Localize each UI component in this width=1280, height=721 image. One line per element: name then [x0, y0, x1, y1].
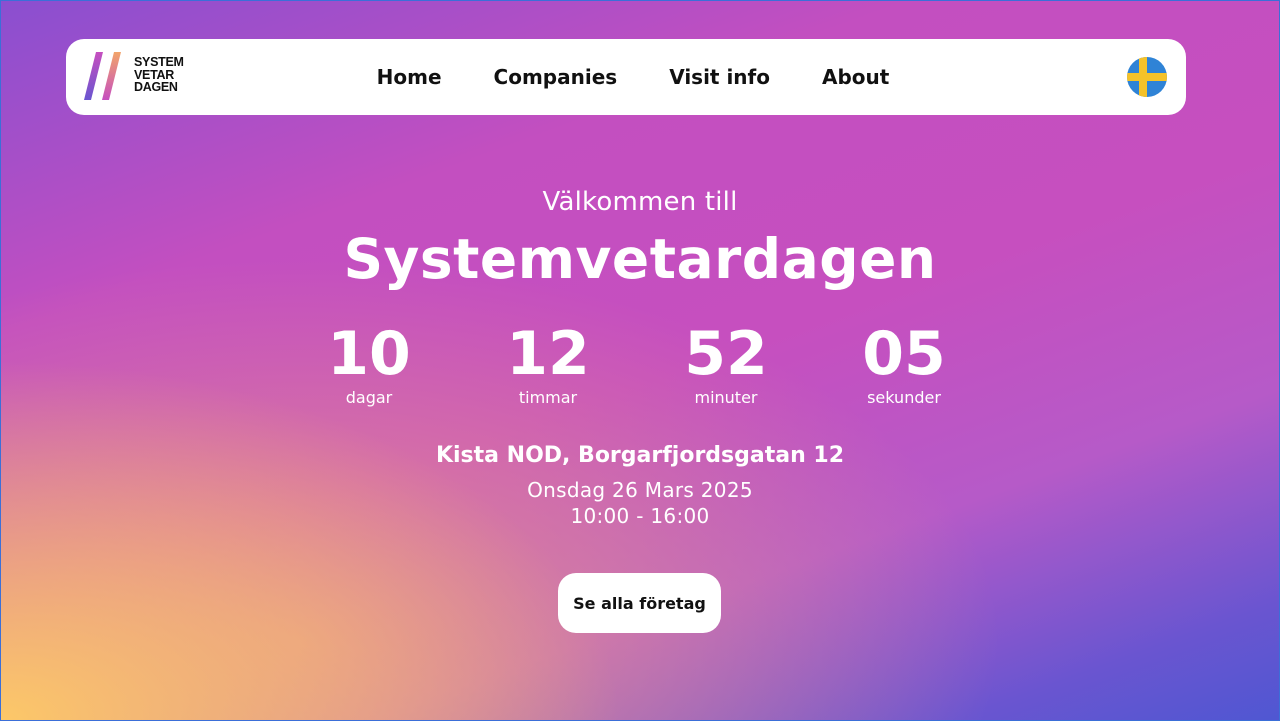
countdown-hours: 12 timmar [468, 319, 628, 408]
nav-companies-link[interactable]: Companies [494, 65, 618, 89]
see-all-companies-button[interactable]: Se alla företag [558, 573, 721, 633]
countdown-minutes-value: 52 [684, 319, 768, 389]
countdown-days-value: 10 [327, 319, 411, 389]
welcome-heading: Välkommen till [542, 187, 738, 217]
nav-about-link[interactable]: About [822, 65, 889, 89]
countdown-days: 10 dagar [289, 319, 449, 408]
top-navbar: SYSTEM VETAR DAGEN Home Companies Visit … [66, 39, 1186, 115]
flag-cross-horizontal [1127, 73, 1167, 81]
countdown-hours-value: 12 [506, 319, 590, 389]
nav-visit-info-link[interactable]: Visit info [669, 65, 770, 89]
event-venue: Kista NOD, Borgarfjordsgatan 12 [435, 443, 845, 468]
nav-home-link[interactable]: Home [377, 65, 442, 89]
countdown-timer: 10 dagar 12 timmar 52 minuter 05 sekunde… [301, 319, 981, 419]
countdown-seconds: 05 sekunder [824, 319, 984, 408]
nav-links: Home Companies Visit info About [66, 39, 1186, 115]
countdown-seconds-label: sekunder [867, 388, 941, 407]
event-title: Systemvetardagen [343, 227, 937, 291]
countdown-minutes: 52 minuter [646, 319, 806, 408]
countdown-hours-label: timmar [518, 388, 578, 407]
swedish-flag-icon[interactable] [1127, 57, 1167, 97]
event-date: Onsdag 26 Mars 2025 [527, 478, 753, 502]
countdown-minutes-label: minuter [694, 388, 758, 407]
event-time: 10:00 - 16:00 [570, 504, 710, 528]
countdown-days-label: dagar [345, 388, 393, 407]
countdown-seconds-value: 05 [862, 319, 946, 389]
